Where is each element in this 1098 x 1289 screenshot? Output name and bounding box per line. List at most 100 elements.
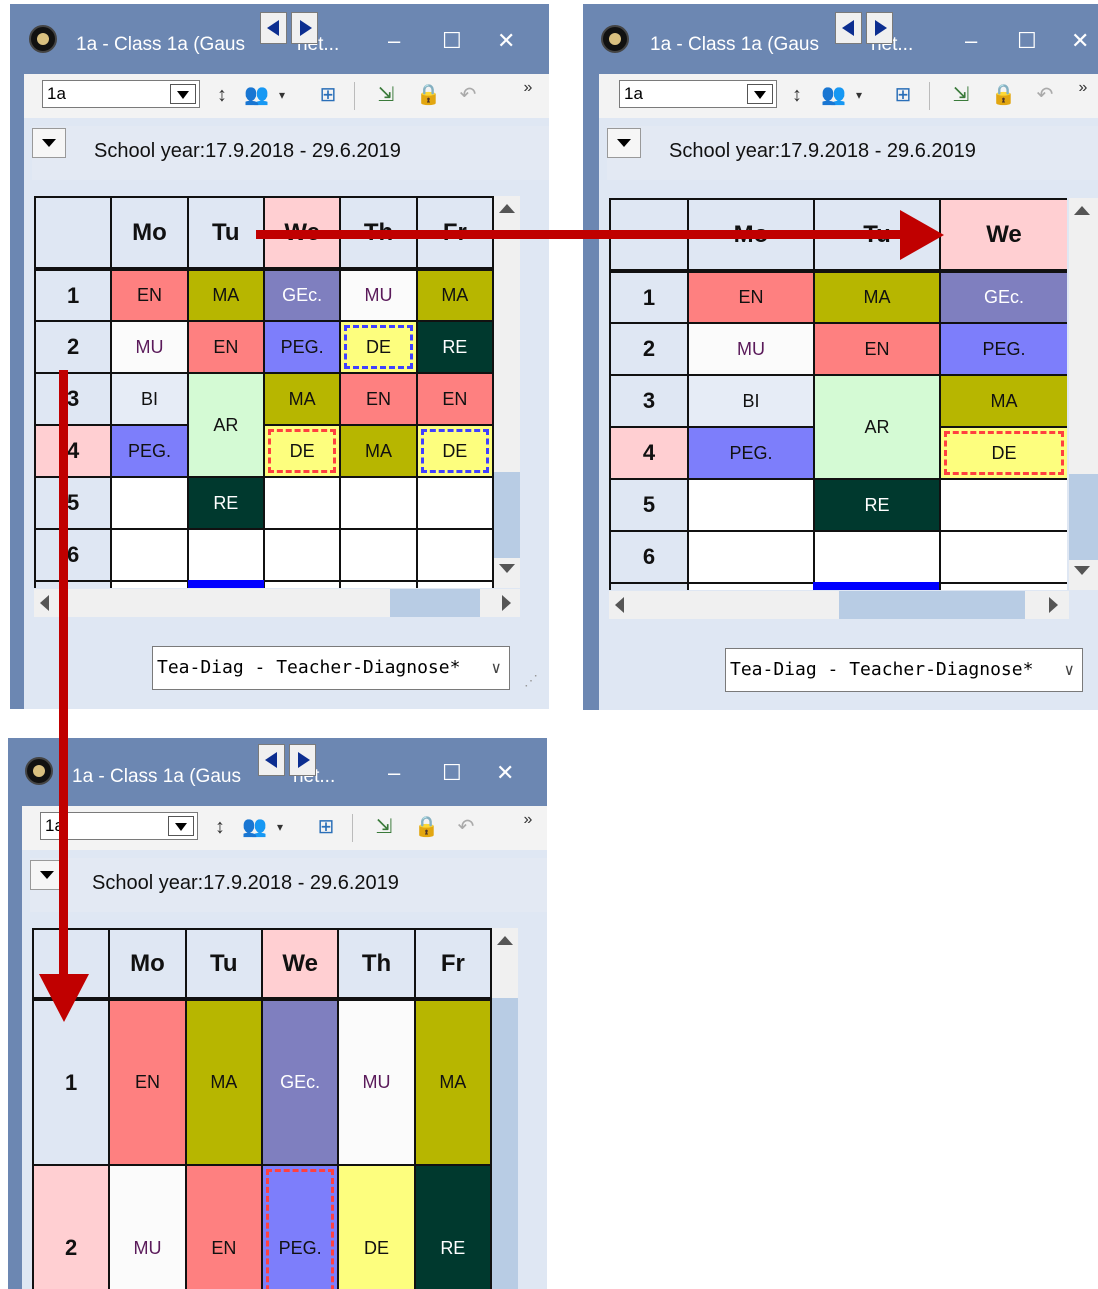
lesson-cell[interactable]: MU [337, 998, 416, 1166]
lesson-cell[interactable]: BI [687, 374, 815, 428]
lesson-cell[interactable]: RE [186, 476, 265, 530]
period-header[interactable]: 5 [609, 478, 689, 532]
lesson-cell[interactable]: MA [813, 270, 941, 324]
lesson-cell[interactable] [110, 476, 189, 530]
spin-arrows-icon[interactable]: ↕ [210, 83, 234, 107]
lesson-cell[interactable]: DE [339, 320, 418, 374]
period-header[interactable]: 2 [32, 1164, 111, 1289]
lesson-cell[interactable] [110, 528, 189, 582]
spin-arrows-icon[interactable]: ↕ [208, 815, 232, 839]
vertical-scrollbar[interactable] [1069, 198, 1098, 590]
lesson-cell[interactable]: GEc. [939, 270, 1067, 324]
lesson-cell[interactable]: PEG. [262, 320, 342, 374]
grid-icon[interactable]: ⊞ [314, 815, 338, 839]
chevron-down-icon[interactable] [747, 84, 773, 104]
import-icon[interactable]: ⇲ [374, 83, 398, 107]
day-header[interactable]: Mo [108, 928, 187, 1001]
lesson-cell[interactable]: GEc. [262, 268, 342, 322]
lesson-cell[interactable] [415, 476, 494, 530]
lesson-cell[interactable]: AR [813, 374, 941, 480]
resize-grip-icon[interactable]: ⋰ [524, 672, 538, 689]
scroll-up-icon[interactable] [497, 936, 513, 945]
lesson-cell[interactable]: RE [813, 478, 941, 532]
period-header[interactable]: 3 [609, 374, 689, 428]
lesson-cell[interactable]: EN [813, 322, 941, 376]
minimize-button[interactable]: – [965, 30, 977, 52]
scroll-left-icon[interactable] [615, 597, 624, 613]
lesson-cell[interactable]: MA [413, 998, 492, 1166]
lesson-cell[interactable] [687, 478, 815, 532]
lock-icon[interactable]: 🔒 [991, 83, 1016, 107]
import-icon[interactable]: ⇲ [949, 83, 973, 107]
lesson-cell[interactable]: PEG. [687, 426, 815, 480]
class-select[interactable]: 1a [42, 80, 200, 108]
lesson-cell[interactable]: MA [184, 998, 263, 1166]
scroll-right-icon[interactable] [1049, 597, 1058, 613]
scroll-down-icon[interactable] [499, 564, 515, 573]
next-arrow-icon[interactable] [289, 744, 316, 776]
lesson-cell[interactable]: PEG. [939, 322, 1067, 376]
overflow-icon[interactable]: » [516, 808, 540, 832]
lesson-cell[interactable]: MU [108, 1164, 187, 1289]
period-header[interactable]: 4 [609, 426, 689, 480]
lesson-cell[interactable] [262, 476, 342, 530]
dropdown-arrow-icon[interactable]: ▾ [847, 83, 871, 107]
lesson-cell[interactable]: EN [687, 270, 815, 324]
scroll-down-icon[interactable] [1074, 566, 1090, 575]
lesson-cell[interactable] [262, 528, 342, 582]
scroll-thumb[interactable] [839, 591, 1025, 619]
day-header[interactable]: Tu [184, 928, 263, 1001]
scroll-thumb[interactable] [494, 472, 520, 558]
period-dropdown[interactable] [32, 128, 66, 158]
lesson-cell[interactable]: DE [939, 426, 1067, 480]
previous-arrow-icon[interactable] [260, 12, 287, 44]
lesson-cell[interactable]: EN [186, 320, 265, 374]
title-bar[interactable]: 1a - Class 1a (Gaus het... – ☐ ✕ [583, 4, 1098, 74]
lesson-cell[interactable]: MA [415, 268, 494, 322]
horizontal-scrollbar[interactable] [34, 589, 520, 617]
lesson-cell[interactable]: DE [415, 424, 494, 478]
day-header[interactable]: Fr [413, 928, 492, 1001]
lesson-cell[interactable]: EN [415, 372, 494, 426]
teachers-icon[interactable]: 👥 [821, 83, 846, 107]
close-button[interactable]: ✕ [1071, 30, 1089, 52]
format-select[interactable]: Tea-Diag - Teacher-Diagnose* ∨ [152, 646, 510, 690]
scroll-thumb[interactable] [1069, 474, 1098, 560]
day-header[interactable]: We [260, 928, 340, 1001]
previous-arrow-icon[interactable] [258, 744, 285, 776]
period-header[interactable]: 4 [34, 424, 113, 478]
lesson-cell[interactable]: MU [110, 320, 189, 374]
lesson-cell[interactable]: DE [337, 1164, 416, 1289]
undo-icon[interactable]: ↶ [456, 83, 480, 107]
lesson-cell[interactable]: GEc. [260, 998, 340, 1166]
period-header[interactable]: 1 [32, 998, 111, 1166]
minimize-button[interactable]: – [388, 762, 400, 784]
period-header[interactable]: 3 [34, 372, 113, 426]
chevron-down-icon[interactable] [168, 816, 194, 836]
lesson-cell[interactable] [939, 530, 1067, 584]
period-dropdown[interactable] [607, 128, 641, 158]
scroll-right-icon[interactable] [502, 595, 511, 611]
format-select[interactable]: Tea-Diag - Teacher-Diagnose* ∨ [725, 648, 1083, 692]
close-button[interactable]: ✕ [496, 762, 514, 784]
lesson-cell[interactable]: EN [110, 268, 189, 322]
lesson-cell[interactable]: MA [262, 372, 342, 426]
previous-arrow-icon[interactable] [835, 12, 862, 44]
day-header[interactable]: Tu [186, 196, 265, 271]
lesson-cell[interactable]: PEG. [260, 1164, 340, 1289]
title-bar[interactable]: 1a - Class 1a (Gaus het... – ☐ ✕ [8, 738, 547, 808]
period-header[interactable]: 5 [34, 476, 113, 530]
lesson-cell[interactable]: EN [108, 998, 187, 1166]
close-button[interactable]: ✕ [497, 30, 515, 52]
lesson-cell[interactable] [939, 478, 1067, 532]
period-header[interactable]: 1 [34, 268, 113, 322]
overflow-icon[interactable]: » [1071, 76, 1095, 100]
lesson-cell[interactable]: BI [110, 372, 189, 426]
scroll-up-icon[interactable] [1074, 206, 1090, 215]
maximize-button[interactable]: ☐ [1017, 30, 1037, 52]
lesson-cell[interactable] [813, 530, 941, 584]
lesson-cell[interactable]: RE [413, 1164, 492, 1289]
next-arrow-icon[interactable] [291, 12, 318, 44]
period-header[interactable]: 1 [609, 270, 689, 324]
maximize-button[interactable]: ☐ [442, 762, 462, 784]
